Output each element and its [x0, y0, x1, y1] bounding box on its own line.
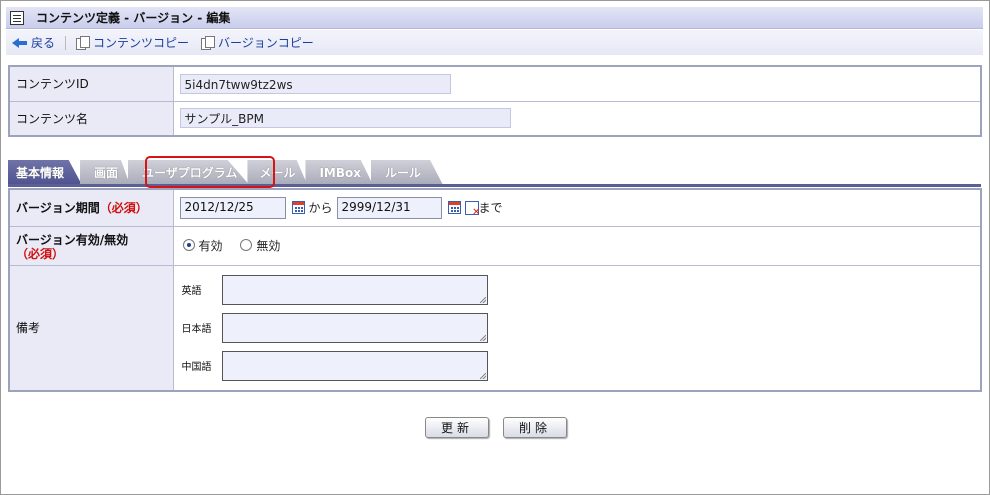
notes-zh-row: 中国語	[182, 347, 981, 385]
calendar-icon[interactable]	[447, 201, 461, 215]
enabled-option-label: 有効	[198, 238, 223, 253]
notes-ja-row: 日本語	[182, 309, 981, 347]
version-enabled-label: バージョン有効/無効 （必須）	[8, 225, 174, 266]
tab-imbox[interactable]: IMBox	[305, 160, 373, 185]
content-copy-link[interactable]: コンテンツコピー	[76, 34, 189, 51]
notes-ja-textarea[interactable]	[221, 312, 488, 343]
enabled-radio[interactable]: 有効	[182, 237, 223, 254]
start-date-input[interactable]: 2012/12/25	[179, 196, 286, 219]
update-button[interactable]: 更新	[425, 417, 489, 438]
tab-rules[interactable]: ルール	[371, 160, 444, 185]
content-info-table: コンテンツID 5i4dn7tww9tz2ws コンテンツ名 サンプル_BPM	[8, 65, 982, 137]
lang-en-label: 英語	[181, 286, 202, 298]
disabled-option-label: 無効	[256, 238, 281, 253]
content-copy-label: コンテンツコピー	[93, 36, 190, 50]
highlight-box	[145, 156, 275, 188]
notes-en-row: 英語	[182, 271, 981, 309]
clear-date-icon[interactable]	[464, 200, 481, 218]
disabled-radio[interactable]: 無効	[240, 237, 280, 254]
lang-ja-label: 日本語	[181, 324, 212, 336]
document-icon	[10, 10, 24, 25]
end-date-input[interactable]: 2999/12/31	[336, 196, 442, 219]
until-label: まで	[478, 201, 503, 216]
page-title: コンテンツ定義 - バージョン - 編集	[36, 11, 231, 25]
required-mark: （必須）	[99, 201, 148, 216]
toolbar: 戻る コンテンツコピー バージョンコピー	[6, 30, 983, 55]
required-mark: （必須）	[16, 247, 65, 261]
radio-selected-icon	[182, 239, 195, 252]
content-id-label: コンテンツID	[8, 65, 174, 102]
notes-en-textarea[interactable]	[221, 274, 488, 305]
copy-icon	[201, 35, 216, 50]
back-link[interactable]: 戻る	[12, 34, 55, 51]
copy-icon	[76, 35, 91, 50]
from-label: から	[308, 201, 333, 216]
radio-unselected-icon	[240, 239, 253, 252]
version-period-label: バージョン期間（必須）	[8, 188, 174, 227]
version-period-text: バージョン期間	[16, 201, 100, 216]
lang-zh-label: 中国語	[181, 362, 212, 374]
window: コンテンツ定義 - バージョン - 編集 戻る コンテンツコピー バージョンコピ…	[0, 0, 990, 495]
delete-button[interactable]: 削除	[503, 417, 567, 438]
version-copy-label: バージョンコピー	[218, 36, 314, 50]
toolbar-divider	[65, 35, 67, 50]
version-table: バージョン期間（必須） 2012/12/25 から 2999/12/31 まで …	[8, 188, 982, 392]
content-name-field: サンプル_BPM	[179, 108, 511, 129]
back-label: 戻る	[31, 36, 56, 50]
notes-zh-textarea[interactable]	[221, 350, 488, 381]
tab-screen[interactable]: 画面	[80, 160, 131, 185]
title-bar: コンテンツ定義 - バージョン - 編集	[6, 7, 983, 29]
content-id-field: 5i4dn7tww9tz2ws	[179, 73, 451, 94]
version-enabled-text: バージョン有効/無効	[16, 233, 129, 247]
back-arrow-icon	[12, 37, 28, 48]
content-name-label: コンテンツ名	[8, 100, 174, 137]
version-copy-link[interactable]: バージョンコピー	[201, 34, 314, 51]
tab-basic-info[interactable]: 基本情報	[8, 160, 83, 185]
notes-label: 備考	[8, 264, 174, 392]
calendar-icon[interactable]	[291, 201, 305, 215]
